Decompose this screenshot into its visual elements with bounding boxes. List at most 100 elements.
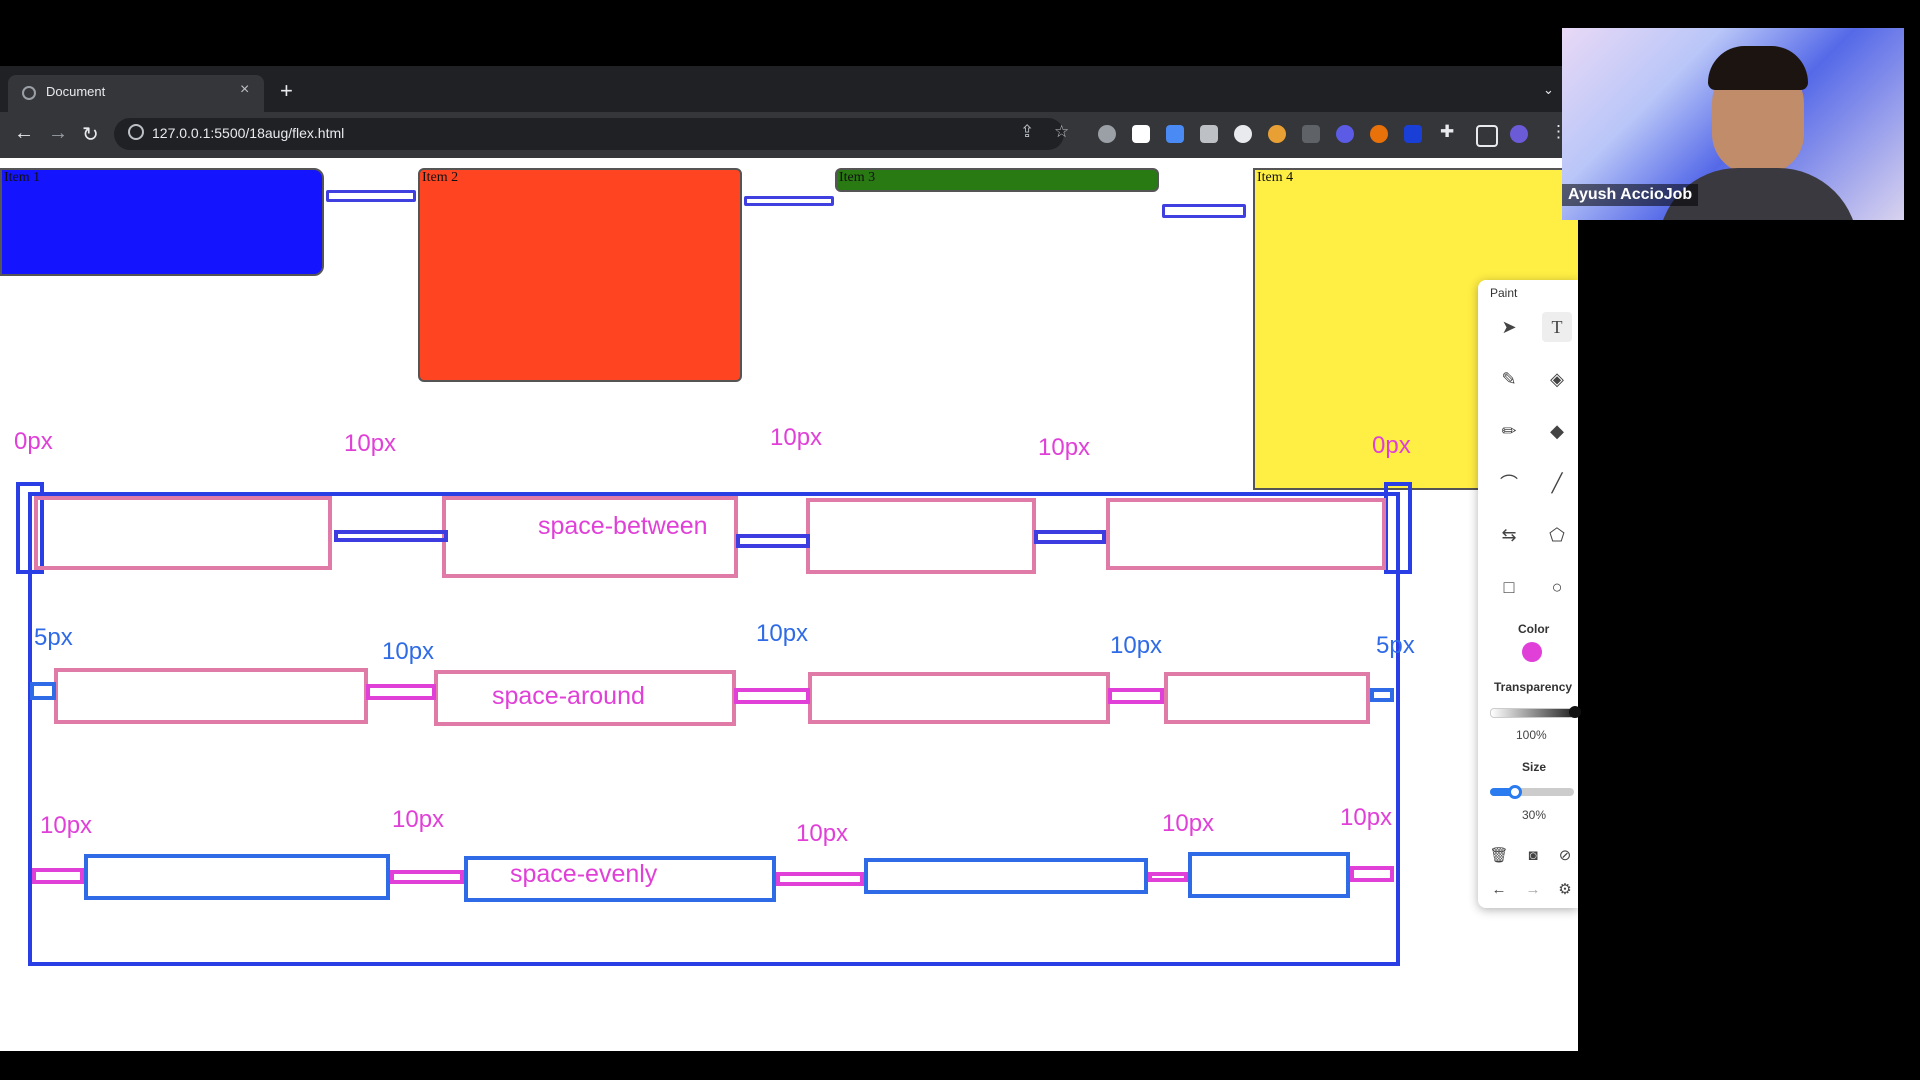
- gap-marker: [1034, 530, 1106, 544]
- sketch-box: [1106, 498, 1386, 570]
- polygon-icon[interactable]: ⬠: [1542, 520, 1572, 550]
- color-label: Color: [1518, 622, 1550, 636]
- color-swatch[interactable]: [1522, 642, 1542, 662]
- gap-label: 10px: [796, 820, 849, 847]
- annotation-space-evenly: space-evenly: [510, 860, 658, 888]
- edge-gap-marker: [30, 682, 56, 700]
- new-tab-button[interactable]: +: [280, 78, 293, 104]
- sketch-box: [864, 858, 1148, 894]
- circle-icon[interactable]: ○: [1542, 572, 1572, 602]
- tab-title: Document: [46, 84, 106, 99]
- sketch-box: [1188, 852, 1350, 898]
- camera-icon[interactable]: ◙: [1518, 840, 1548, 870]
- trash-icon[interactable]: 🗑: [1484, 840, 1514, 870]
- settings-gear-icon[interactable]: ⚙: [1550, 874, 1580, 904]
- rectangle-icon[interactable]: □: [1494, 572, 1524, 602]
- extensions-puzzle-icon[interactable]: ✚: [1440, 122, 1454, 142]
- gap-marker: [1148, 872, 1188, 882]
- back-button[interactable]: ←: [14, 122, 34, 145]
- extension-notion-icon[interactable]: [1132, 125, 1150, 143]
- annotation-space-around: space-around: [492, 682, 645, 710]
- extension-screenshot-icon[interactable]: [1166, 125, 1184, 143]
- line-icon[interactable]: ╱: [1542, 468, 1572, 498]
- gap-label: 0px: [14, 428, 53, 455]
- sketch-box: [54, 668, 368, 724]
- gap-label: 10px: [344, 430, 397, 457]
- gap-marker: [334, 530, 448, 542]
- slider-handle[interactable]: [1508, 785, 1523, 799]
- transparency-slider[interactable]: [1490, 706, 1581, 718]
- select-cursor-icon[interactable]: ➤: [1494, 312, 1524, 342]
- webcam-video: Ayush AccioJob: [1562, 28, 1904, 220]
- gap-label: 5px: [34, 624, 73, 651]
- edge-gap-marker: [32, 868, 84, 884]
- gap-label: 0px: [1372, 432, 1411, 459]
- eyedropper-icon[interactable]: ✎: [1494, 364, 1524, 394]
- extension-cloud-icon[interactable]: [1098, 125, 1116, 143]
- extension-circle-icon[interactable]: [1234, 125, 1252, 143]
- gap-marker: [1108, 688, 1164, 704]
- text-tool-icon[interactable]: T: [1542, 312, 1572, 342]
- gap-marker: [734, 688, 810, 704]
- paint-panel: Paint ➤ T ✎ ◈ ✏ ◆ ⌒ ╱ ⇆ ⬠ □ ○ Color Tran…: [1478, 280, 1581, 908]
- slider-handle[interactable]: [1569, 706, 1581, 718]
- tab-close-icon[interactable]: ×: [240, 81, 249, 99]
- edge-gap-marker: [1384, 482, 1412, 574]
- gap-label: 10px: [392, 806, 445, 833]
- gap-label: 5px: [1376, 632, 1415, 659]
- fill-bucket-icon[interactable]: ◈: [1542, 364, 1572, 394]
- path-icon[interactable]: ⇆: [1494, 520, 1524, 550]
- edge-gap-marker: [1350, 866, 1394, 882]
- undo-icon[interactable]: ←: [1484, 874, 1514, 904]
- participant-name: Ayush AccioJob: [1562, 184, 1699, 206]
- transparency-value: 100%: [1516, 728, 1547, 742]
- share-icon[interactable]: ⇪: [1020, 122, 1034, 142]
- sketch-box: [1164, 672, 1370, 724]
- gap-marker: [390, 870, 464, 884]
- extension-cookie-icon[interactable]: [1268, 125, 1286, 143]
- size-value: 30%: [1522, 808, 1547, 822]
- bookmark-star-icon[interactable]: ☆: [1054, 122, 1069, 142]
- page-viewport: Item 1 Item 2 Item 3 Item 4 space-betwee…: [0, 158, 1578, 1051]
- side-panel-icon[interactable]: [1476, 125, 1498, 147]
- gap-label: 10px: [756, 620, 809, 647]
- gap-label: 10px: [1110, 632, 1163, 659]
- extension-window-icon[interactable]: [1200, 125, 1218, 143]
- extension-blue-icon[interactable]: [1404, 125, 1422, 143]
- profile-avatar[interactable]: [1510, 125, 1528, 143]
- sketch-box: [34, 496, 332, 570]
- sketch-box: [808, 672, 1110, 724]
- sketch-box: [84, 854, 390, 900]
- gap-label: 10px: [40, 812, 93, 839]
- flex-item-1: Item 1: [0, 168, 324, 276]
- eraser-icon[interactable]: ◆: [1542, 416, 1572, 446]
- extension-purple-icon[interactable]: [1336, 125, 1354, 143]
- site-info-icon[interactable]: [128, 124, 144, 140]
- gap-marker: [744, 196, 834, 206]
- pencil-icon[interactable]: ✏: [1494, 416, 1524, 446]
- gap-label: 10px: [1340, 804, 1393, 831]
- paint-title: Paint: [1490, 286, 1518, 300]
- flex-item-3: Item 3: [835, 168, 1159, 192]
- redo-icon[interactable]: →: [1518, 874, 1548, 904]
- forward-button[interactable]: →: [48, 122, 68, 145]
- url-text[interactable]: 127.0.0.1:5500/18aug/flex.html: [152, 125, 344, 141]
- reload-button[interactable]: ↻: [82, 122, 99, 147]
- curve-icon[interactable]: ⌒: [1494, 468, 1524, 498]
- extension-hat-icon[interactable]: [1302, 125, 1320, 143]
- tab-list-chevron-icon[interactable]: ⌄: [1543, 82, 1554, 98]
- hide-icon[interactable]: ⊘: [1550, 840, 1580, 870]
- gap-marker: [736, 534, 810, 548]
- gap-marker: [366, 684, 436, 700]
- flex-item-2: Item 2: [418, 168, 742, 382]
- gap-label: 10px: [382, 638, 435, 665]
- globe-icon: [22, 86, 36, 100]
- size-label: Size: [1522, 760, 1547, 774]
- annotation-space-between: space-between: [538, 512, 708, 540]
- gap-marker: [1162, 204, 1246, 218]
- extension-c-icon[interactable]: [1370, 125, 1388, 143]
- sketch-box: [806, 498, 1036, 574]
- gap-label: 10px: [770, 424, 823, 451]
- gap-marker: [776, 872, 864, 886]
- size-slider[interactable]: [1490, 785, 1574, 799]
